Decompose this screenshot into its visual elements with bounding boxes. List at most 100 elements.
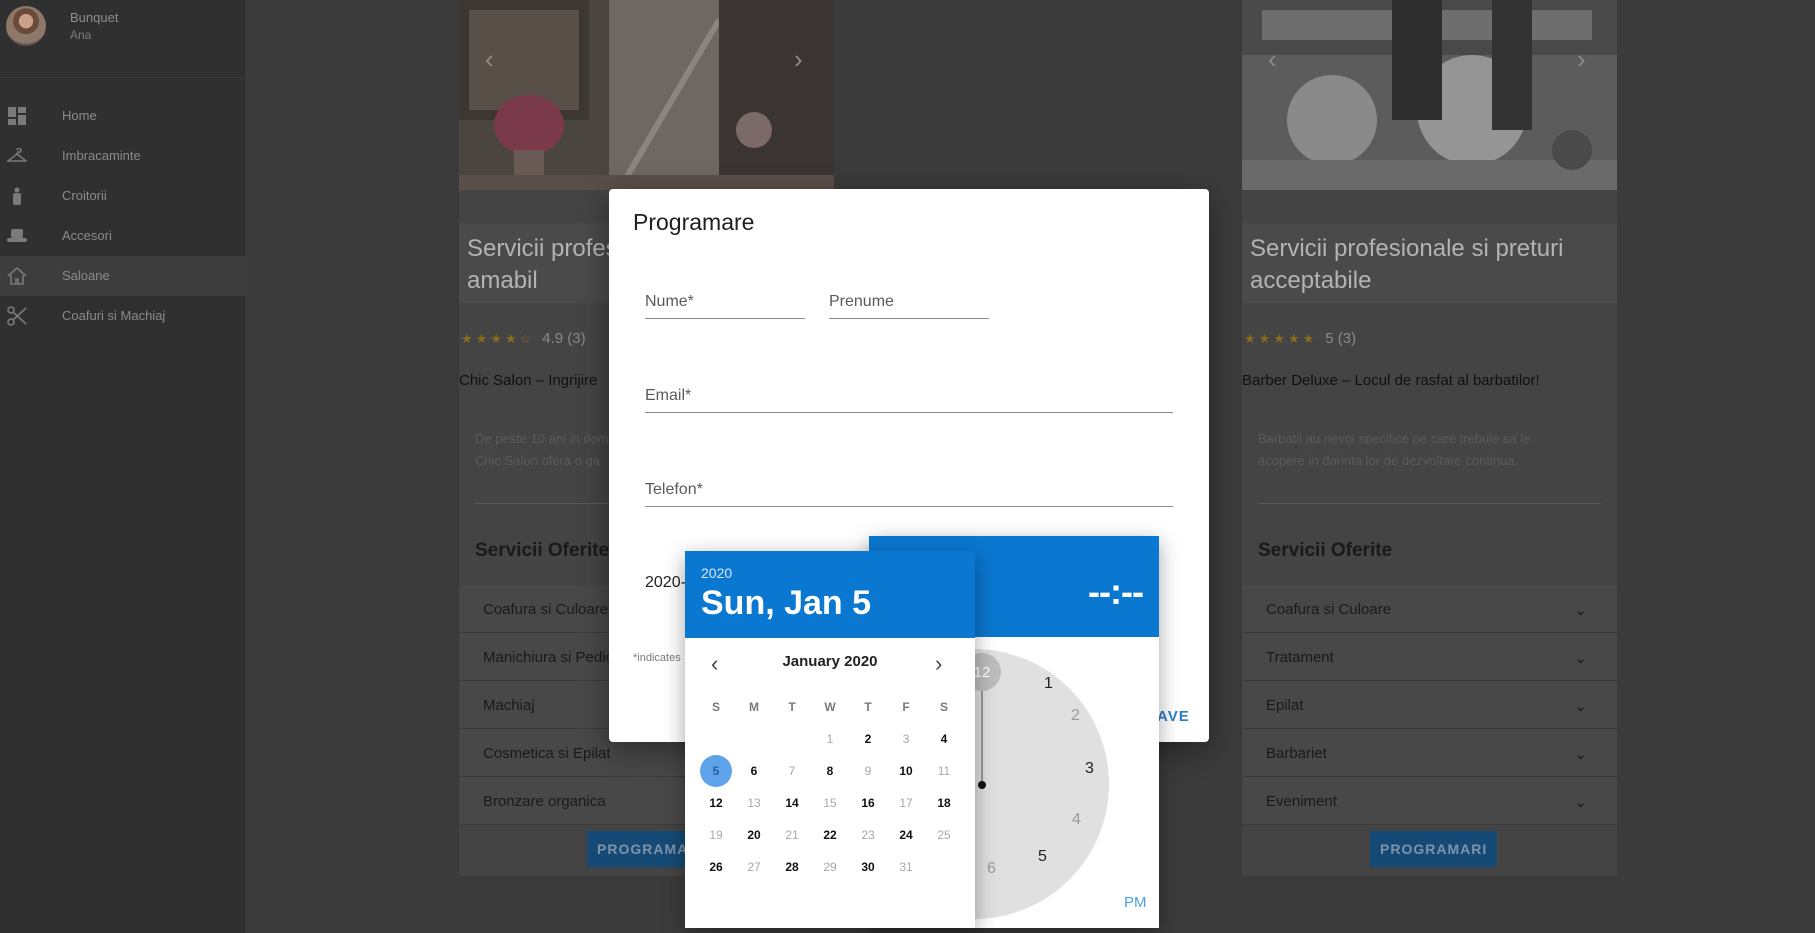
clock-number-4[interactable]: 4: [1072, 811, 1081, 829]
calendar-day[interactable]: 7: [773, 755, 811, 787]
sidebar-item-label: Coafuri si Machiaj: [62, 308, 166, 323]
calendar-day[interactable]: 18: [925, 787, 963, 819]
day-number: 15: [823, 796, 837, 810]
day-number: 18: [937, 796, 951, 810]
accordion-label: Epilat: [1266, 697, 1304, 714]
calendar-day[interactable]: 3: [887, 723, 925, 755]
accordion-item[interactable]: Barbariet ⌄: [1242, 729, 1617, 777]
day-number: 17: [899, 796, 913, 810]
day-number: 8: [826, 764, 834, 778]
day-number: 4: [940, 732, 948, 746]
clock-number-6[interactable]: 6: [987, 860, 996, 878]
carousel-next-icon[interactable]: ›: [1577, 46, 1586, 72]
accordion-item[interactable]: Epilat ⌄: [1242, 681, 1617, 729]
week-row: 26 27 28 29 30 31: [697, 851, 963, 883]
telefon-field[interactable]: Telefon*: [645, 477, 1173, 507]
desc-line: Barbatii au nevoi specifice pe care treb…: [1258, 431, 1531, 446]
star-icon: ★: [1302, 330, 1315, 346]
dashboard-icon: [7, 106, 27, 126]
hat-icon: [7, 226, 27, 246]
calendar-day[interactable]: 16: [849, 787, 887, 819]
calendar-day[interactable]: 9: [849, 755, 887, 787]
calendar-day[interactable]: 31: [887, 851, 925, 883]
calendar-day[interactable]: 25: [925, 819, 963, 851]
day-number: 19: [709, 828, 723, 842]
scissors-icon: [7, 306, 27, 326]
date-picker-header: 2020 Sun, Jan 5: [685, 551, 975, 638]
picker-year[interactable]: 2020: [701, 565, 732, 581]
sidebar-item-accesori[interactable]: Accesori: [0, 216, 245, 256]
week-row: 12 13 14 15 16 17 18: [697, 787, 963, 819]
calendar-day[interactable]: 28: [773, 851, 811, 883]
weeks: 1 2 3 4 5 6 7 8 9 10 11 12 13 14 15 16 17 18 19 20 21 22 23 24 2…: [697, 723, 963, 883]
sidebar-item-croitorii[interactable]: Croitorii: [0, 176, 245, 216]
weekday-label: T: [788, 700, 796, 714]
sidebar-item-coafuri[interactable]: Coafuri si Machiaj: [0, 296, 245, 336]
field-label: Email*: [645, 387, 692, 404]
calendar-day[interactable]: 10: [887, 755, 925, 787]
sidebar-item-imbracaminte[interactable]: Imbracaminte: [0, 136, 245, 176]
hanger-icon: [7, 146, 27, 166]
clock-number-1[interactable]: 1: [1044, 675, 1053, 693]
calendar-day[interactable]: 19: [697, 819, 735, 851]
field-label: Telefon*: [645, 481, 703, 498]
clock-number-5[interactable]: 5: [1038, 848, 1047, 866]
sidebar-item-home[interactable]: Home: [0, 96, 245, 136]
card-description: Barbatii au nevoi specifice pe care treb…: [1258, 428, 1598, 472]
calendar-day[interactable]: 13: [735, 787, 773, 819]
day-number: 12: [709, 796, 723, 810]
prenume-field[interactable]: Prenume: [829, 289, 989, 319]
accordion-label: Machiaj: [483, 697, 535, 714]
carousel-prev-icon[interactable]: ‹: [1268, 46, 1277, 72]
clock-number-3[interactable]: 3: [1085, 760, 1094, 778]
date-picker: 2020 Sun, Jan 5 ‹ › January 2020 S M T W…: [685, 551, 975, 928]
calendar-day[interactable]: 27: [735, 851, 773, 883]
carousel-prev-icon[interactable]: ‹: [485, 46, 494, 72]
salon-icon: [7, 266, 27, 286]
programari-button[interactable]: PROGRAMARI: [1370, 831, 1498, 867]
user-profile[interactable]: Bunquet Ana: [0, 0, 245, 78]
period-pm[interactable]: PM: [1124, 894, 1147, 911]
day-number: 6: [750, 764, 758, 778]
email-field[interactable]: Email*: [645, 383, 1173, 413]
calendar-day[interactable]: 14: [773, 787, 811, 819]
accordion-item[interactable]: Tratament ⌄: [1242, 633, 1617, 681]
clock-number-2[interactable]: 2: [1071, 707, 1080, 725]
calendar-day[interactable]: 1: [811, 723, 849, 755]
calendar-day[interactable]: 23: [849, 819, 887, 851]
calendar-day[interactable]: 17: [887, 787, 925, 819]
calendar-day[interactable]: 12: [697, 787, 735, 819]
calendar-day[interactable]: 24: [887, 819, 925, 851]
carousel-next-icon[interactable]: ›: [794, 46, 803, 72]
accordion-item[interactable]: Eveniment ⌄: [1242, 777, 1617, 825]
calendar-day[interactable]: 15: [811, 787, 849, 819]
calendar-day[interactable]: 11: [925, 755, 963, 787]
half-star-icon: ☆: [519, 330, 532, 346]
week-row: 19 20 21 22 23 24 25: [697, 819, 963, 851]
salon-card-barber: ‹ › Servicii profesionale si preturi acc…: [1242, 0, 1617, 876]
weekday-label: T: [864, 700, 872, 714]
clock-hand: [981, 691, 983, 784]
sidebar-item-saloane[interactable]: Saloane: [0, 256, 245, 296]
calendar-day[interactable]: 30: [849, 851, 887, 883]
save-button[interactable]: AVE: [1157, 708, 1190, 725]
calendar-day[interactable]: 8: [811, 755, 849, 787]
accordion-item[interactable]: Coafura si Culoare ⌄: [1242, 585, 1617, 633]
calendar-day[interactable]: 21: [773, 819, 811, 851]
calendar-day[interactable]: 2: [849, 723, 887, 755]
calendar-day[interactable]: 4: [925, 723, 963, 755]
weekday-label: M: [749, 700, 759, 714]
calendar-day[interactable]: 29: [811, 851, 849, 883]
calendar-day[interactable]: 26: [697, 851, 735, 883]
user-name: Bunquet: [70, 10, 119, 25]
star-icon: ★: [1273, 330, 1285, 346]
calendar-day[interactable]: 6: [735, 755, 773, 787]
calendar-day[interactable]: 22: [811, 819, 849, 851]
required-note: *indicates: [633, 652, 681, 664]
time-display: --:--: [1088, 571, 1144, 612]
calendar-day[interactable]: 5: [697, 755, 735, 787]
rating: ★ ★ ★ ★ ☆ 4.9 (3): [461, 330, 586, 347]
accordion-label: Coafura si Culoare: [483, 601, 609, 618]
nume-field[interactable]: Nume*: [645, 289, 805, 319]
calendar-day[interactable]: 20: [735, 819, 773, 851]
